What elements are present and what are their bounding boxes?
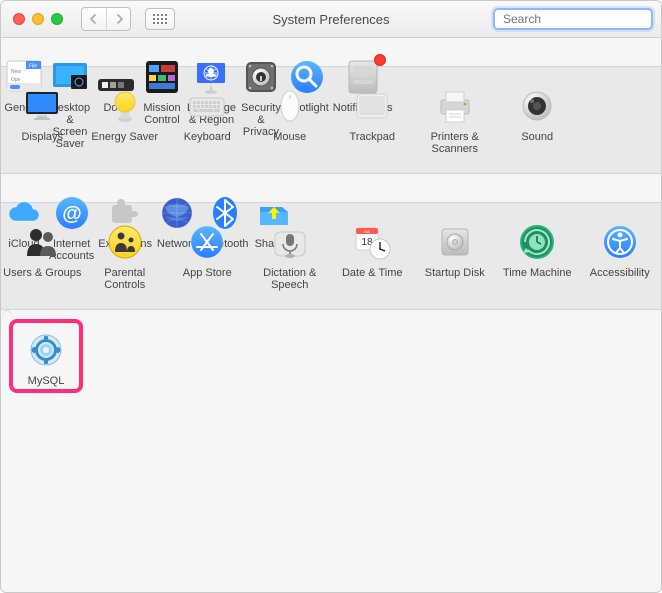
displays-icon xyxy=(21,85,63,127)
pref-label-printers: Printers & Scanners xyxy=(416,131,495,155)
pref-label-displays: Displays xyxy=(21,131,63,143)
mission-control-icon xyxy=(141,56,183,98)
pref-sound[interactable]: Sound xyxy=(496,81,579,159)
pref-mysql[interactable]: MySQL xyxy=(9,319,83,393)
show-all-button[interactable] xyxy=(145,8,175,30)
pref-datetime[interactable]: Date & Time xyxy=(331,217,414,295)
search-input[interactable] xyxy=(503,12,658,26)
pref-label-appstore: App Store xyxy=(183,267,232,279)
pref-label-mysql: MySQL xyxy=(28,375,65,387)
pref-label-dictation: Dictation & Speech xyxy=(251,267,330,291)
mysql-icon xyxy=(25,329,67,371)
pref-label-trackpad: Trackpad xyxy=(350,131,395,143)
mouse-icon xyxy=(269,85,311,127)
users-icon xyxy=(21,221,63,263)
back-button[interactable] xyxy=(82,8,106,30)
pref-startup[interactable]: Startup Disk xyxy=(414,217,497,295)
pref-label-startup: Startup Disk xyxy=(425,267,485,279)
search-field-container[interactable]: ✕ xyxy=(493,8,653,30)
pref-label-timemachine: Time Machine xyxy=(503,267,572,279)
pref-label-accessibility: Accessibility xyxy=(590,267,650,279)
notification-badge xyxy=(374,54,386,66)
accessibility-icon xyxy=(599,221,641,263)
nav-back-forward xyxy=(81,7,131,31)
window-controls xyxy=(9,13,63,25)
dictation-icon xyxy=(269,221,311,263)
timemachine-icon xyxy=(516,221,558,263)
keyboard-icon xyxy=(186,85,228,127)
system-preferences-window: System Preferences ✕ GeneralDesktop & Sc… xyxy=(0,0,662,593)
datetime-icon xyxy=(351,221,393,263)
pref-accessibility[interactable]: Accessibility xyxy=(579,217,662,295)
sound-icon xyxy=(516,85,558,127)
pref-label-sound: Sound xyxy=(521,131,553,143)
parental-icon xyxy=(104,221,146,263)
zoom-window-button[interactable] xyxy=(51,13,63,25)
minimize-window-button[interactable] xyxy=(32,13,44,25)
grid-icon xyxy=(153,14,167,24)
pref-label-keyboard: Keyboard xyxy=(184,131,231,143)
close-window-button[interactable] xyxy=(13,13,25,25)
preference-row-3: Users & Groups Parental Controls App Store… xyxy=(1,202,661,310)
pref-timemachine[interactable]: Time Machine xyxy=(496,217,579,295)
pref-label-mouse: Mouse xyxy=(273,131,306,143)
forward-button[interactable] xyxy=(106,8,130,30)
preference-row-2: iCloudInternet AccountsExtensionsNetwork… xyxy=(1,174,13,202)
pref-parental[interactable]: Parental Controls xyxy=(84,217,167,295)
startup-icon xyxy=(434,221,476,263)
preference-row-4: MySQL xyxy=(1,310,13,339)
pref-label-users: Users & Groups xyxy=(3,267,81,279)
appstore-icon xyxy=(186,221,228,263)
pref-label-energy: Energy Saver xyxy=(91,131,158,143)
pref-label-datetime: Date & Time xyxy=(342,267,403,279)
printers-icon xyxy=(434,85,476,127)
pref-label-parental: Parental Controls xyxy=(86,267,165,291)
energy-icon xyxy=(104,85,146,127)
pref-printers[interactable]: Printers & Scanners xyxy=(414,81,497,159)
preference-panes-container: GeneralDesktop & Screen SaverDockMission… xyxy=(1,38,661,339)
trackpad-icon xyxy=(351,85,393,127)
titlebar: System Preferences ✕ xyxy=(1,1,661,38)
preference-row-0: GeneralDesktop & Screen SaverDockMission… xyxy=(1,38,13,66)
